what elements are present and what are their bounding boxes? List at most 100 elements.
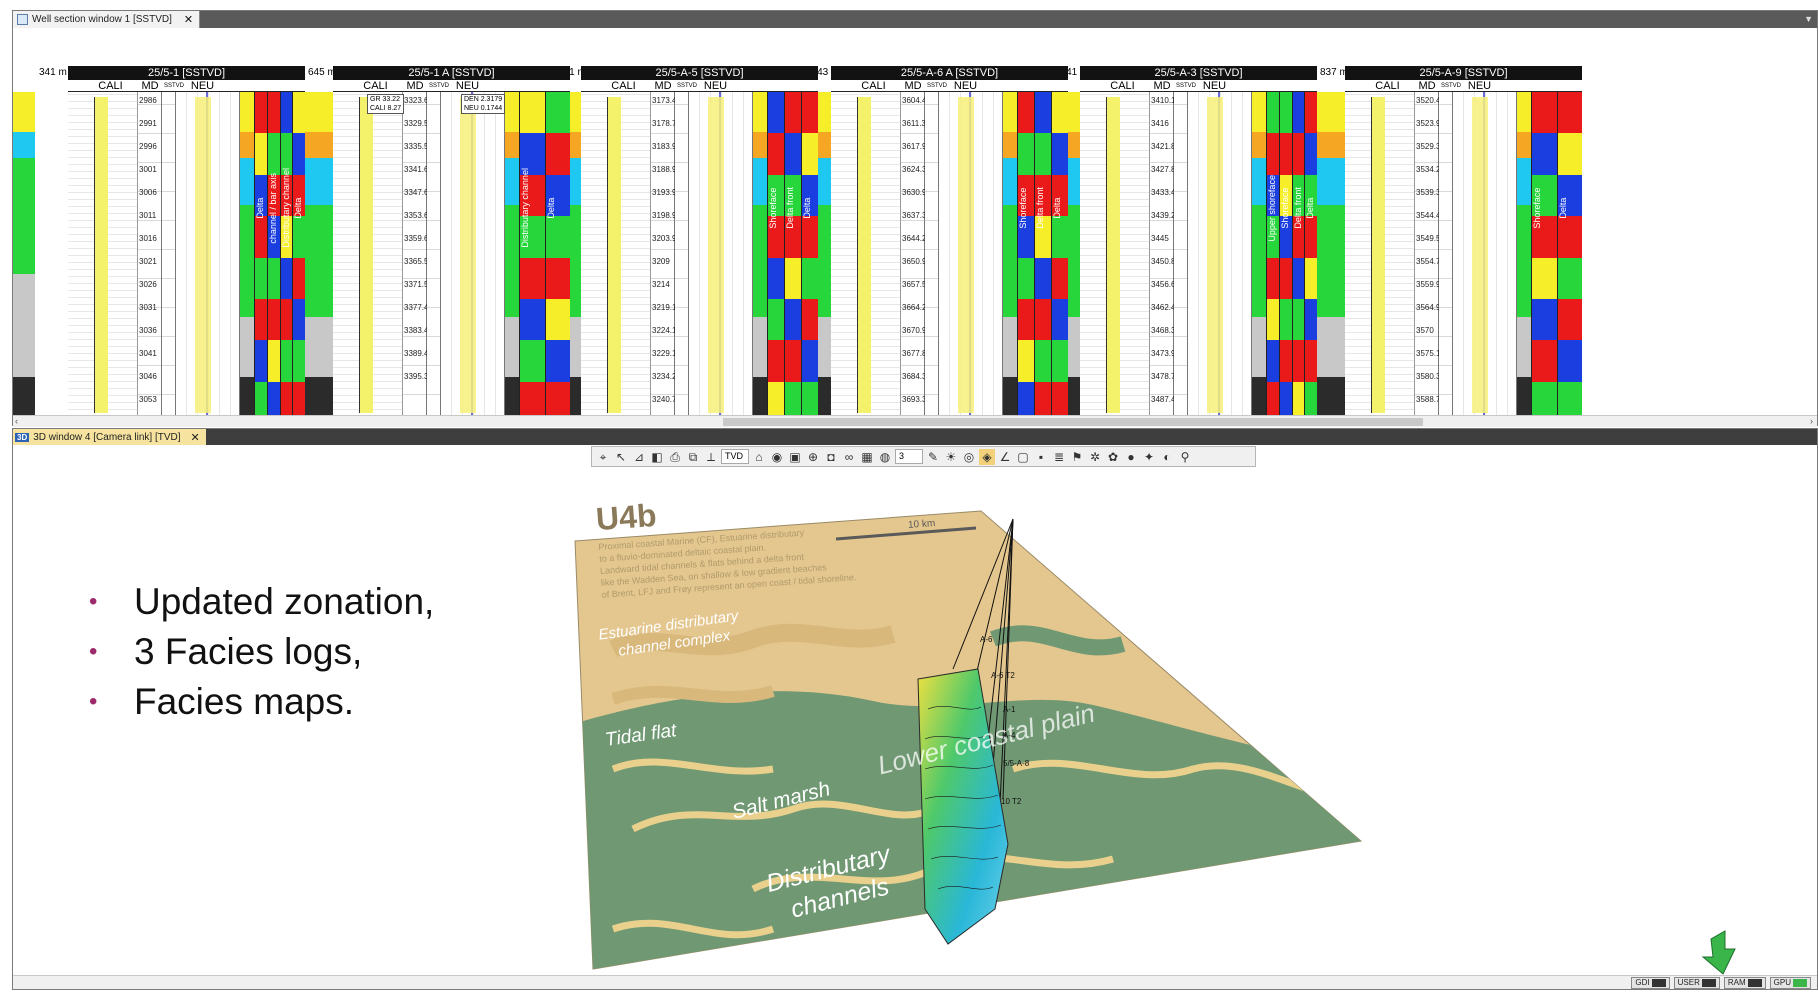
tab-well-section-window[interactable]: Well section window 1 [SSTVD] ✕ [13,11,201,28]
facies-band [1532,340,1557,382]
palette-icon[interactable]: ✿ [1105,449,1121,465]
md-value: 3520.4 [1416,96,1441,105]
line-icon[interactable]: ∠ [997,449,1013,465]
measure-icon[interactable]: ⟂ [703,449,719,465]
md-value: 3539.3 [1416,188,1441,197]
facies-label: Distributary channel [280,168,291,248]
zone-band [1003,204,1017,275]
light-icon[interactable]: ☀ [943,449,959,465]
well-panel[interactable]: 25/5-1 A [SSTVD] CALI MD SSTVD NEU 3323.6 3329… [333,66,570,423]
facies-column: Delta front [1291,92,1305,423]
select-tool-icon[interactable]: ⌖ [595,449,611,465]
window-icon[interactable]: ▢ [1015,449,1031,465]
md-value: 3209 [652,257,670,266]
binoculars-icon[interactable]: ∞ [841,449,857,465]
bullet-icon: • [89,688,98,715]
brush-icon[interactable]: ✲ [1087,449,1103,465]
md-value: 3178.7 [652,119,677,128]
stack-icon[interactable]: ≣ [1051,449,1067,465]
facies-band [1279,340,1292,382]
scrollbar-thumb[interactable] [723,418,1423,426]
well-panel[interactable]: 25/5-1 [SSTVD] CALI MD SSTVD NEU 2986 2991 2996… [68,66,305,423]
highlight-icon[interactable]: ◈ [979,448,995,465]
status-meters: GDI USER RAM GPU [1631,977,1811,989]
domain-select[interactable]: TVD [721,449,749,464]
color-wheel-icon[interactable]: ◐ [1159,449,1175,465]
well-title: 25/5-A-5 [SSTVD] [581,66,818,80]
well-section-canvas[interactable]: 341 m 645 m 981 m 1043 m 1741 m 837 m 25/5-1 [… [13,28,1817,427]
zone-band [1317,131,1345,159]
zone-band [240,92,254,132]
zone-band [505,92,519,132]
md-value: 3001 [139,165,157,174]
frame-icon[interactable]: ▣ [787,449,803,465]
copy-icon[interactable]: ⧉ [685,449,701,465]
md-value: 3427.8 [1151,165,1176,174]
zone-band [570,317,581,377]
zone-band [13,274,35,318]
print-icon[interactable]: ⎙ [667,449,683,465]
run-icon[interactable]: ⚑ [1069,449,1085,465]
zone-band [570,131,581,159]
scroll-right-icon[interactable]: › [1810,416,1813,426]
md-value: 3487.4 [1151,395,1176,404]
3d-toolbar: ⌖ ↖ ⊿ ◧ ⎙ ⧉ ⟂ TVD ⌂ ◉ ▣ ⊕ ◘ ∞ ▦ ◍ 3 ✎ ☀ … [591,446,1256,467]
value-select[interactable]: 3 [895,449,923,464]
target-icon[interactable]: ◎ [961,449,977,465]
well-panel[interactable]: 25/5-A-6 A [SSTVD] CALI MD SSTVD NEU 3604.4 36… [831,66,1068,423]
eraser-icon[interactable]: ◧ [649,449,665,465]
zone-band [305,92,333,132]
zone-band [753,204,767,275]
status-bar: GDI USER RAM GPU [13,975,1817,989]
md-value: 3657.5 [902,280,927,289]
md-value: 3611.3 [902,119,926,128]
md-value: 3347.6 [404,188,429,197]
correlation-panel [570,92,581,423]
md-value: 3693.3 [902,395,927,404]
globe-icon[interactable]: ◍ [877,449,893,465]
grid-icon[interactable]: ▦ [859,449,875,465]
md-value: 3433.4 [1151,188,1176,197]
zone-band [1317,274,1345,318]
screenshot-icon[interactable]: ▪ [1033,449,1049,465]
status-meter-gdi: GDI [1631,977,1670,989]
sphere-icon[interactable]: ● [1123,449,1139,465]
sstvd-track [925,92,939,423]
probe-icon[interactable]: ⚲ [1177,449,1193,465]
pin-icon[interactable]: ✦ [1141,449,1157,465]
zone-band [1517,92,1531,132]
cali-header: CALI [1110,80,1135,92]
zone-band [818,131,831,159]
md-value: 3534.2 [1416,165,1441,174]
well-panel[interactable]: 25/5-A-5 [SSTVD] CALI MD SSTVD NEU 3173.4 3178… [581,66,818,423]
camera-icon[interactable]: ◘ [823,449,839,465]
scroll-left-icon[interactable]: ‹ [15,416,18,426]
paint-icon[interactable]: ✎ [925,449,941,465]
tab-3d-window[interactable]: 3D 3D window 4 [Camera link] [TVD] ✕ [13,429,206,445]
horizontal-scrollbar[interactable]: ‹ › [13,415,1817,427]
facies-column: Shoreface [1278,92,1292,423]
md-value: 3011 [139,211,157,220]
facies-column: Shoreface [767,92,784,423]
view-icon[interactable]: ◉ [769,449,785,465]
sstvd-header: SSTVD [1176,83,1197,89]
pointer-icon[interactable]: ↖ [613,449,629,465]
window-menu-caret-icon[interactable]: ▼ [1804,14,1813,24]
close-icon[interactable]: ✕ [191,431,200,444]
home-icon[interactable]: ⌂ [751,449,767,465]
pick-icon[interactable]: ⊿ [631,449,647,465]
bullet-text: Updated zonation, [134,581,435,622]
well-panel[interactable]: 25/5-A-3 [SSTVD] CALI MD SSTVD NEU 3410.1 3416… [1080,66,1317,423]
md-value: 3421.8 [1151,142,1176,151]
md-value: 3016 [139,234,157,243]
facies-label: Upper shoreface [1267,174,1277,242]
well-panel[interactable]: 25/5-A-9 [SSTVD] CALI MD SSTVD NEU 3520.4 3523… [1345,66,1582,423]
3d-viewport[interactable]: U4b 10 km Proximal coastal Marine (CF), … [13,469,1817,977]
md-value: 3389.4 [404,349,429,358]
close-icon[interactable]: ✕ [184,13,193,26]
orbit-icon[interactable]: ⊕ [805,449,821,465]
zone-band [305,204,333,275]
neu-header: NEU [190,80,215,92]
zone-band [1252,158,1266,205]
cali-track [1345,92,1415,423]
